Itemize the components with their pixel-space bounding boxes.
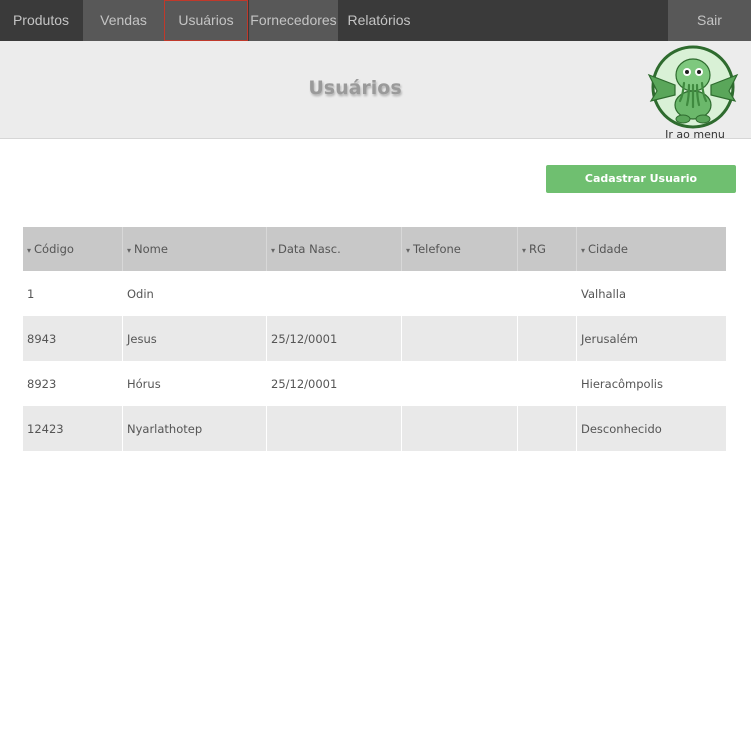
users-table: ▾ Código ▾ Nome ▾ Data Nasc. ▾ Telefone ▾ RG … bbox=[23, 227, 726, 451]
table-row[interactable]: 12423 Nyarlathotep Desconhecido bbox=[23, 406, 726, 451]
go-to-menu-link[interactable]: Ir ao menu bbox=[645, 45, 741, 141]
column-header-data-nasc[interactable]: ▾ Data Nasc. bbox=[266, 227, 402, 271]
column-header-nome[interactable]: ▾ Nome bbox=[122, 227, 267, 271]
top-navbar: Produtos Vendas Usuários Fornecedores Re… bbox=[0, 0, 751, 41]
cthulhu-mascot-icon bbox=[647, 45, 739, 129]
column-label: Código bbox=[34, 242, 74, 256]
column-label: RG bbox=[529, 242, 546, 256]
cell-codigo: 8923 bbox=[23, 361, 123, 406]
cell-cidade: Desconhecido bbox=[576, 406, 726, 451]
go-to-menu-label: Ir ao menu bbox=[665, 128, 725, 141]
column-label: Data Nasc. bbox=[278, 242, 341, 256]
sort-down-icon: ▾ bbox=[127, 246, 132, 255]
cell-nome: Hórus bbox=[122, 361, 267, 406]
cell-codigo: 8943 bbox=[23, 316, 123, 361]
sort-down-icon: ▾ bbox=[581, 246, 586, 255]
cell-codigo: 1 bbox=[23, 271, 123, 316]
sort-down-icon: ▾ bbox=[27, 246, 32, 255]
table-row[interactable]: 8943 Jesus 25/12/0001 Jerusalém bbox=[23, 316, 726, 361]
sort-down-icon: ▾ bbox=[271, 246, 276, 255]
cell-cidade: Hieracômpolis bbox=[581, 376, 663, 391]
cell-data-nasc: 25/12/0001 bbox=[266, 316, 402, 361]
cell-data-nasc bbox=[266, 406, 402, 451]
column-label: Nome bbox=[134, 242, 168, 256]
cell-cidade: Valhalla bbox=[581, 286, 626, 301]
cell-telefone bbox=[401, 271, 518, 316]
cell-data-nasc: 25/12/0001 bbox=[266, 361, 402, 406]
cell-nome: Jesus bbox=[122, 316, 267, 361]
cell-cidade: Jerusalém bbox=[576, 316, 726, 361]
cell-telefone bbox=[401, 406, 518, 451]
sort-down-icon: ▾ bbox=[406, 246, 411, 255]
page-title: Usuários bbox=[308, 77, 402, 99]
column-header-codigo[interactable]: ▾ Código bbox=[23, 227, 123, 271]
table-row[interactable]: 1 Odin Valhalla bbox=[23, 271, 726, 316]
table-header-row: ▾ Código ▾ Nome ▾ Data Nasc. ▾ Telefone ▾ RG … bbox=[23, 227, 726, 271]
column-label: Telefone bbox=[413, 242, 461, 256]
cell-telefone bbox=[401, 316, 518, 361]
cell-nome: Odin bbox=[122, 271, 267, 316]
column-header-cidade[interactable]: ▾ Cidade bbox=[576, 227, 726, 271]
cell-nome: Nyarlathotep bbox=[122, 406, 267, 451]
cell-rg bbox=[517, 406, 577, 451]
sort-down-icon: ▾ bbox=[522, 246, 527, 255]
nav-relatorios[interactable]: Relatórios bbox=[339, 0, 419, 41]
column-label: Cidade bbox=[588, 242, 628, 256]
logout-button[interactable]: Sair bbox=[668, 0, 751, 41]
cell-data-nasc bbox=[266, 271, 402, 316]
nav-produtos[interactable]: Produtos bbox=[0, 0, 82, 41]
column-header-rg[interactable]: ▾ RG bbox=[517, 227, 577, 271]
cell-codigo: 12423 bbox=[23, 406, 123, 451]
cell-rg bbox=[517, 316, 577, 361]
page-header: Usuários Ir ao menu bbox=[0, 41, 751, 141]
nav-vendas[interactable]: Vendas bbox=[83, 0, 164, 41]
nav-fornecedores[interactable]: Fornecedores bbox=[249, 0, 338, 41]
cell-telefone bbox=[401, 361, 518, 406]
table-row[interactable]: 8923 Hórus 25/12/0001 Hieracômpolis bbox=[23, 361, 726, 406]
create-user-button[interactable]: Cadastrar Usuario bbox=[546, 165, 736, 193]
column-header-telefone[interactable]: ▾ Telefone bbox=[401, 227, 518, 271]
cell-rg bbox=[517, 361, 577, 406]
nav-usuarios[interactable]: Usuários bbox=[164, 0, 248, 41]
cell-rg bbox=[517, 271, 577, 316]
